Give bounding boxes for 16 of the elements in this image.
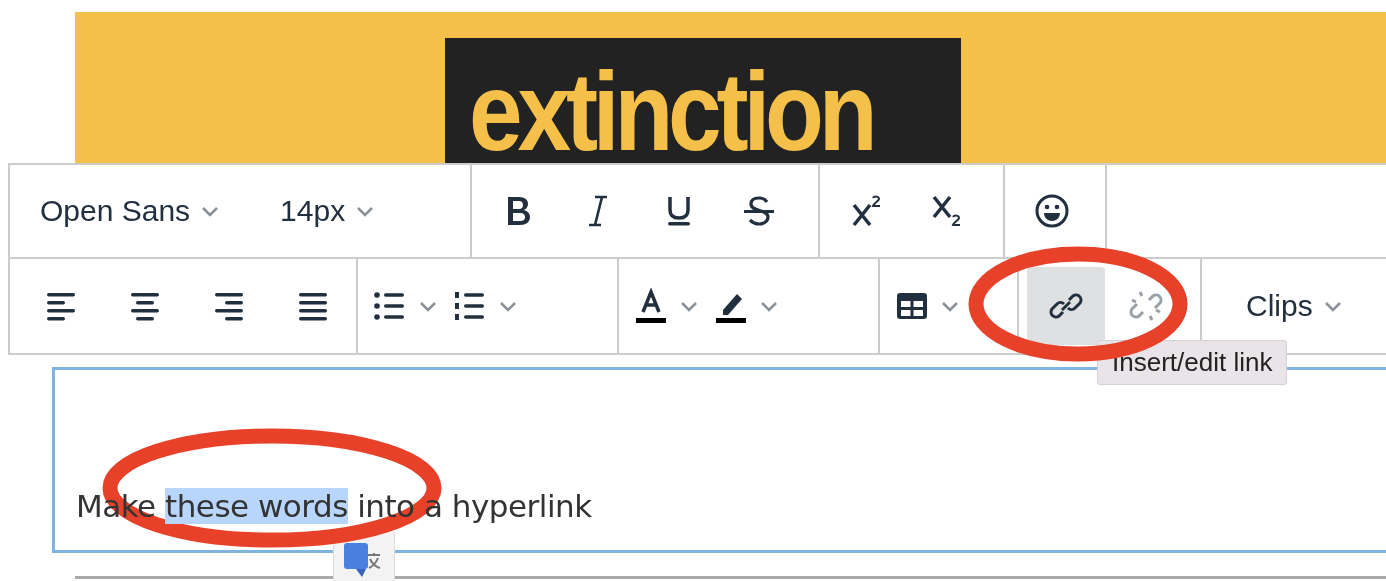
font-family-select[interactable]: Open Sans bbox=[26, 172, 235, 250]
banner-logo: extinction bbox=[445, 38, 961, 163]
caret-icon bbox=[498, 299, 518, 313]
text-color-icon bbox=[633, 288, 669, 324]
smiley-icon bbox=[1034, 193, 1070, 229]
font-size-select[interactable]: 14px bbox=[266, 172, 390, 250]
caret-icon bbox=[418, 299, 438, 313]
caret-icon bbox=[679, 299, 699, 313]
tooltip: Insert/edit link bbox=[1097, 340, 1288, 385]
caret-icon bbox=[759, 299, 779, 313]
link-button[interactable] bbox=[1027, 267, 1105, 345]
strikethrough-icon bbox=[741, 193, 777, 229]
caret-icon bbox=[355, 204, 376, 218]
caret-icon bbox=[1322, 299, 1343, 313]
caret-icon bbox=[940, 299, 960, 313]
caret-icon bbox=[200, 204, 221, 218]
